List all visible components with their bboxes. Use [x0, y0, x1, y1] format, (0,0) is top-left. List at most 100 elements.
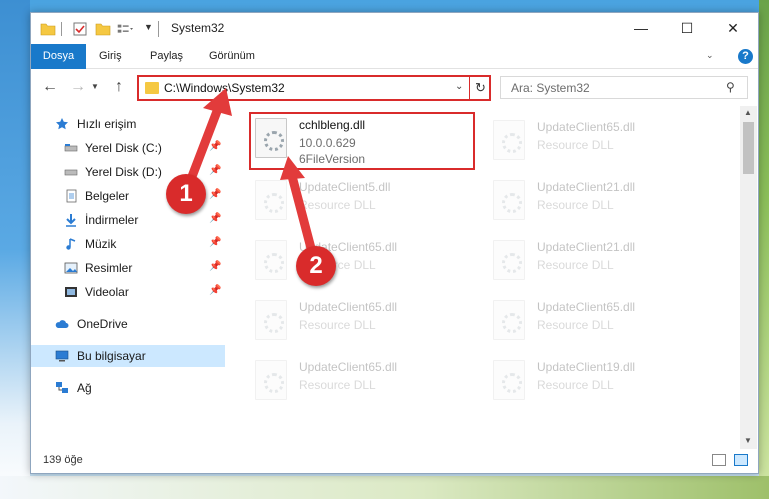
- file-name: UpdateClient65.dll: [299, 300, 398, 314]
- file-item[interactable]: UpdateClient21.dll Resource DLL: [487, 234, 707, 290]
- file-item[interactable]: UpdateClient65.dll Resource DLL: [487, 294, 707, 350]
- dll-file-icon: [255, 360, 287, 400]
- scrollbar-thumb[interactable]: [743, 122, 754, 174]
- dll-file-icon: [493, 240, 525, 280]
- address-bar[interactable]: C:\Windows\System32 ⌄ ↻: [137, 75, 491, 101]
- sidebar-item-quick-access[interactable]: Hızlı erişim: [31, 113, 225, 135]
- star-icon: [56, 118, 68, 130]
- address-folder-icon: [145, 82, 159, 94]
- file-type: Resource DLL: [299, 378, 376, 392]
- dll-file-icon: [255, 240, 287, 280]
- file-item[interactable]: UpdateClient65.dll Resource DLL: [487, 114, 707, 170]
- help-button[interactable]: ?: [738, 49, 753, 64]
- file-name: UpdateClient21.dll: [537, 180, 636, 194]
- sidebar-item-this-pc[interactable]: Bu bilgisayar: [31, 345, 225, 367]
- details-view-icon[interactable]: [712, 454, 726, 466]
- step-badge-2: 2: [296, 246, 336, 286]
- file-name: cchlbleng.dll: [299, 118, 366, 132]
- pin-icon[interactable]: 📌: [209, 141, 221, 152]
- file-name: UpdateClient65.dll: [299, 360, 398, 374]
- tab-view[interactable]: Görünüm: [196, 44, 268, 69]
- title-bar: ▼ System32 — ☐ ✕: [31, 13, 758, 44]
- file-item[interactable]: UpdateClient65.dll Resource DLL: [249, 234, 469, 290]
- scroll-up-icon[interactable]: ▲: [744, 108, 752, 117]
- forward-arrow-icon[interactable]: →: [70, 78, 86, 96]
- title-separator: [158, 21, 159, 37]
- search-input[interactable]: Ara: System32 ⚲: [500, 76, 748, 99]
- search-icon[interactable]: ⚲: [726, 80, 735, 94]
- tiles-view-icon[interactable]: [734, 454, 748, 466]
- sidebar-item-label: Müzik: [85, 237, 117, 251]
- back-arrow-icon[interactable]: ←: [42, 78, 58, 96]
- sidebar-item-network[interactable]: Ağ: [31, 377, 225, 399]
- file-item[interactable]: UpdateClient65.dll Resource DLL: [249, 354, 469, 410]
- tab-share[interactable]: Paylaş: [137, 44, 196, 69]
- scroll-down-icon[interactable]: ▼: [744, 436, 752, 445]
- navigation-bar: ← → ▼ ↑ C:\Windows\System32 ⌄ ↻ Ara: Sys…: [31, 70, 758, 106]
- pin-icon[interactable]: 📌: [209, 261, 221, 272]
- sidebar-item-label: Bu bilgisayar: [77, 349, 146, 363]
- documents-icon: [66, 189, 77, 203]
- address-path[interactable]: C:\Windows\System32: [164, 81, 285, 95]
- quick-access-separator: [61, 22, 62, 36]
- file-item[interactable]: UpdateClient65.dll Resource DLL: [249, 294, 469, 350]
- music-icon: [66, 238, 76, 250]
- pin-icon[interactable]: 📌: [209, 165, 221, 176]
- recent-locations-icon[interactable]: ▼: [91, 82, 99, 91]
- sidebar-item-downloads[interactable]: İndirmeler 📌: [31, 209, 225, 231]
- file-name: UpdateClient5.dll: [299, 180, 391, 194]
- dll-file-icon: [493, 360, 525, 400]
- quick-access-dropdown-icon[interactable]: ▼: [144, 22, 153, 32]
- vertical-scrollbar[interactable]: ▲ ▼: [740, 106, 757, 449]
- dll-file-icon: [493, 120, 525, 160]
- videos-icon: [65, 287, 77, 297]
- address-dropdown-icon[interactable]: ⌄: [455, 81, 463, 92]
- file-item[interactable]: UpdateClient5.dll Resource DLL: [249, 174, 469, 230]
- cloud-icon: [55, 320, 69, 328]
- minimize-button[interactable]: —: [618, 13, 664, 44]
- refresh-icon[interactable]: ↻: [469, 75, 491, 101]
- sidebar-item-pictures[interactable]: Resimler 📌: [31, 257, 225, 279]
- close-button[interactable]: ✕: [710, 13, 756, 44]
- search-placeholder: Ara: System32: [511, 81, 590, 95]
- status-bar: 139 öğe: [31, 449, 758, 473]
- pin-icon[interactable]: 📌: [209, 189, 221, 200]
- downloads-icon: [66, 214, 76, 227]
- sidebar-item-label: Hızlı erişim: [77, 117, 137, 131]
- desktop-wallpaper-left: [0, 0, 30, 499]
- file-type: Resource DLL: [537, 318, 614, 332]
- sidebar-item-local-disk-c[interactable]: Yerel Disk (C:) 📌: [31, 137, 225, 159]
- desktop-wallpaper-right: [759, 0, 769, 499]
- sidebar-item-label: Belgeler: [85, 189, 130, 203]
- drive-icon: [64, 169, 78, 176]
- file-item[interactable]: UpdateClient21.dll Resource DLL: [487, 174, 707, 230]
- tab-home[interactable]: Giriş: [86, 44, 135, 69]
- ribbon-tabs: Dosya Giriş Paylaş Görünüm ⌄ ?: [31, 44, 758, 69]
- file-item-cchlbleng[interactable]: cchlbleng.dll 10.0.0.629 6FileVersion: [249, 112, 475, 170]
- file-type: Resource DLL: [537, 138, 614, 152]
- sidebar-item-videos[interactable]: Videolar 📌: [31, 281, 225, 303]
- computer-icon: [55, 350, 69, 362]
- pin-icon[interactable]: 📌: [209, 285, 221, 296]
- view-toggle-icon[interactable]: [117, 21, 133, 37]
- file-type: Resource DLL: [537, 378, 614, 392]
- file-type: Resource DLL: [537, 258, 614, 272]
- file-item[interactable]: UpdateClient19.dll Resource DLL: [487, 354, 707, 410]
- tab-file[interactable]: Dosya: [31, 44, 86, 69]
- sidebar-item-label: OneDrive: [77, 317, 128, 331]
- expand-ribbon-icon[interactable]: ⌄: [706, 50, 714, 61]
- up-arrow-icon[interactable]: ↑: [115, 78, 123, 96]
- file-name: UpdateClient19.dll: [537, 360, 636, 374]
- new-folder-icon[interactable]: [95, 21, 111, 37]
- file-type: Resource DLL: [299, 318, 376, 332]
- dll-file-icon: [255, 118, 287, 158]
- sidebar-item-label: Ağ: [77, 381, 92, 395]
- sidebar-item-music[interactable]: Müzik 📌: [31, 233, 225, 255]
- dll-file-icon: [255, 180, 287, 220]
- pin-icon[interactable]: 📌: [209, 213, 221, 224]
- pin-icon[interactable]: 📌: [209, 237, 221, 248]
- maximize-button[interactable]: ☐: [664, 13, 710, 44]
- sidebar-item-onedrive[interactable]: OneDrive: [31, 313, 225, 335]
- window-title: System32: [171, 21, 225, 35]
- properties-icon[interactable]: [72, 21, 88, 37]
